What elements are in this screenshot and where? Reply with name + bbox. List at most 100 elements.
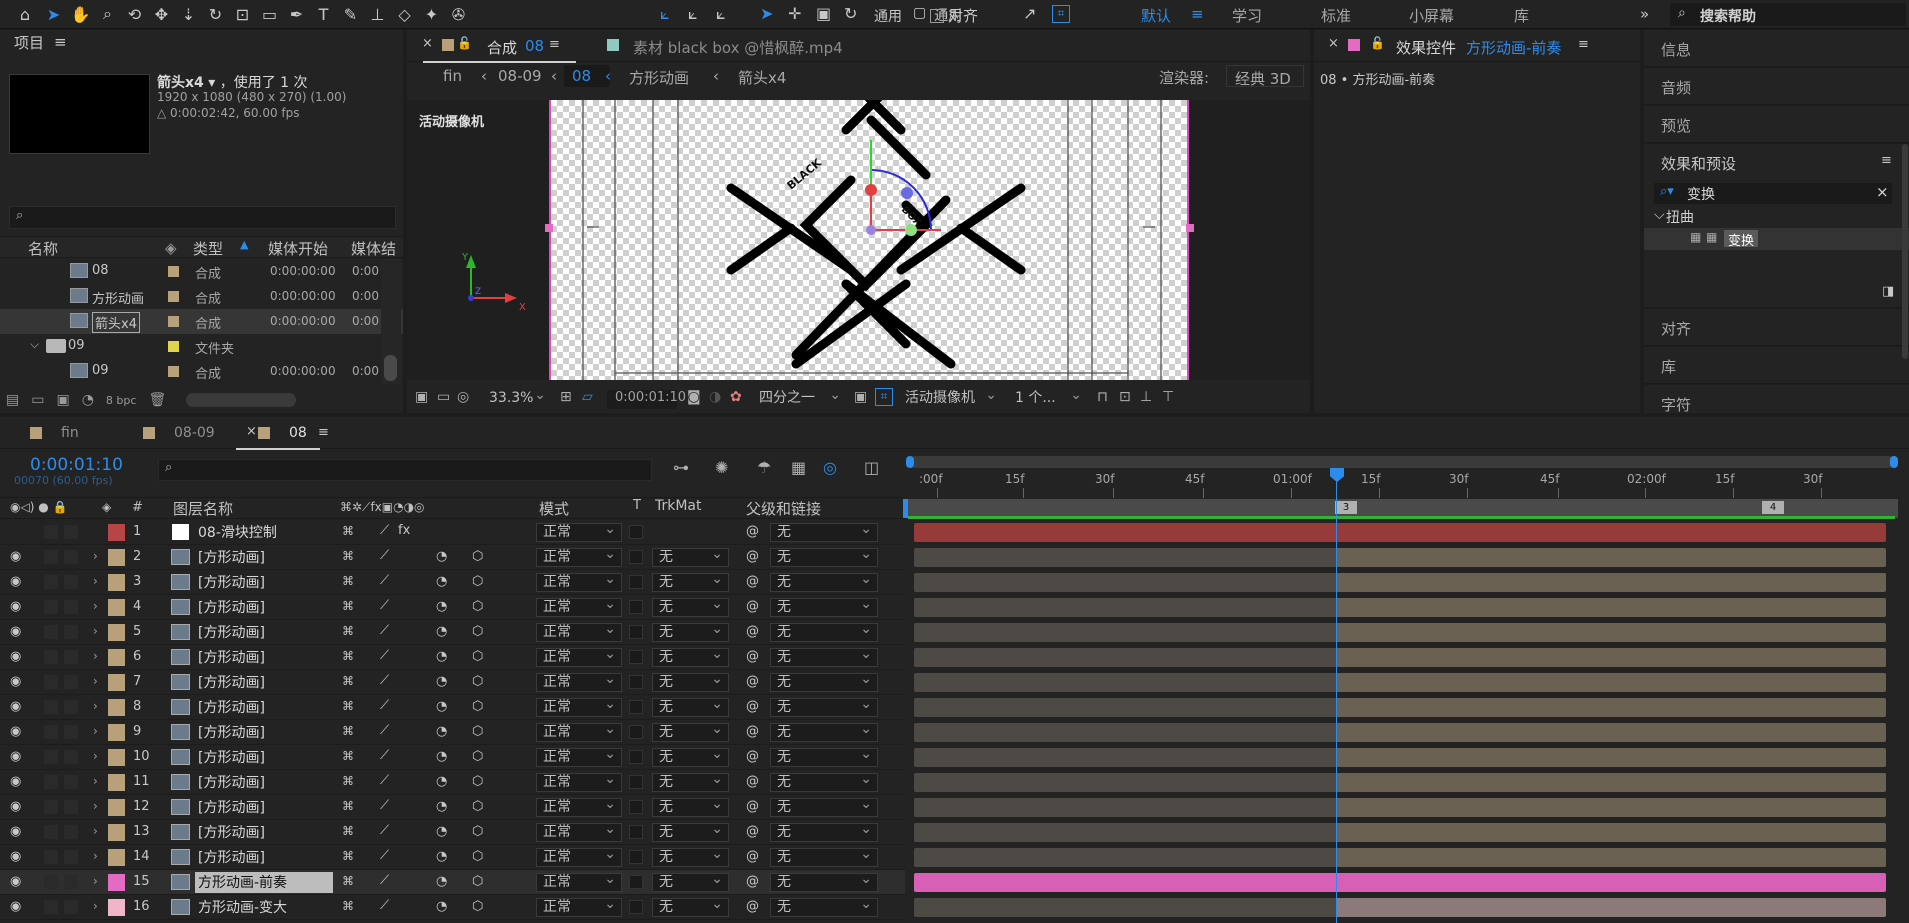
layer-expand-icon[interactable]: › (93, 724, 98, 738)
visibility-eye-icon[interactable]: ◉ (10, 674, 21, 689)
layer-expand-icon[interactable]: › (93, 699, 98, 713)
track-matte-dropdown[interactable]: 无 (652, 896, 729, 917)
pickwhip-icon[interactable]: @ (746, 624, 759, 639)
layer-name[interactable]: [方形动画] (195, 797, 333, 818)
preserve-transparency-toggle[interactable] (629, 700, 643, 714)
universal-checkbox[interactable]: ▢ (913, 5, 926, 25)
orbit-camera-icon[interactable]: ⟲ (121, 3, 148, 25)
graph-editor-icon[interactable]: ◫ (864, 458, 879, 477)
project-row[interactable]: 方形动画 合成 0:00:00:00 0:00 (0, 284, 403, 309)
3d-layer-switch-icon[interactable]: ⬡ (472, 874, 483, 889)
preserve-transparency-toggle[interactable] (629, 725, 643, 739)
workspace-small-screen[interactable]: 小屏幕 (1409, 5, 1454, 26)
motion-blur-switch-icon[interactable]: ◔ (436, 624, 447, 639)
layer-name[interactable]: [方形动画] (195, 847, 333, 868)
effects-presets-menu-icon[interactable]: ≡ (1881, 153, 1892, 168)
pickwhip-icon[interactable]: @ (746, 574, 759, 589)
layer-name[interactable]: [方形动画] (195, 697, 333, 718)
motion-blur-switch-icon[interactable]: ◔ (436, 724, 447, 739)
visibility-eye-icon[interactable]: ◉ (10, 549, 21, 564)
blend-mode-dropdown[interactable]: 正常 (536, 796, 622, 817)
quality-switch-icon[interactable]: ⟋ (380, 798, 389, 813)
col-t[interactable]: T (633, 498, 641, 513)
pickwhip-icon[interactable]: @ (746, 699, 759, 714)
pickwhip-icon[interactable]: @ (746, 799, 759, 814)
comp-marker-3[interactable]: 3 (1335, 501, 1357, 514)
preserve-transparency-toggle[interactable] (629, 625, 643, 639)
shy-layers-icon[interactable]: ☂ (757, 458, 771, 477)
layer-label-swatch[interactable] (108, 724, 125, 741)
shy-switch-icon[interactable]: ⌘ (342, 899, 354, 913)
lock-switch[interactable] (64, 725, 78, 739)
pickwhip-icon[interactable]: @ (746, 774, 759, 789)
lock-switch[interactable] (64, 825, 78, 839)
layer-label-swatch[interactable] (108, 524, 125, 541)
col-parent[interactable]: 父级和链接 (746, 498, 821, 519)
breadcrumb-08[interactable]: 08 (564, 65, 610, 87)
solo-switch[interactable] (44, 650, 58, 664)
label-column-icon[interactable]: ◈ (165, 239, 177, 257)
parent-dropdown[interactable]: 无 (770, 796, 878, 817)
lock-switch[interactable] (64, 900, 78, 914)
col-mode[interactable]: 模式 (539, 498, 569, 519)
layer-expand-icon[interactable]: › (93, 799, 98, 813)
3d-layer-switch-icon[interactable]: ⬡ (472, 699, 483, 714)
layer-duration-bar[interactable] (914, 848, 1886, 867)
quality-switch-icon[interactable]: ⟋ (380, 773, 389, 788)
solo-switch[interactable] (44, 625, 58, 639)
axis-world-icon[interactable]: ⟀ (688, 4, 698, 24)
layer-name[interactable]: [方形动画] (195, 547, 333, 568)
3d-layer-switch-icon[interactable]: ⬡ (472, 649, 483, 664)
timeline-tab-menu-icon[interactable]: ≡ (318, 425, 329, 440)
preserve-transparency-toggle[interactable] (629, 875, 643, 889)
layer-label-swatch[interactable] (108, 849, 125, 866)
shy-switch-icon[interactable]: ⌘ (342, 774, 354, 788)
comp-flowchart-toggle-icon[interactable]: ⊶ (673, 458, 689, 477)
preserve-transparency-toggle[interactable] (629, 650, 643, 664)
quality-switch-icon[interactable]: ⟋ (380, 748, 389, 763)
composition-viewport[interactable]: 活动摄像机 BLACK BOX Y X Z (407, 100, 1310, 380)
pickwhip-icon[interactable]: @ (746, 549, 759, 564)
right-panel-scrollbar[interactable] (1902, 144, 1908, 359)
view-layout-dropdown[interactable]: 1 个... (1008, 387, 1088, 408)
shy-switch-icon[interactable]: ⌘ (342, 674, 354, 688)
workspace-menu-icon[interactable]: ≡ (1191, 5, 1204, 23)
footage-tab-label[interactable]: 素材 black box @惜枫醉.mp4 (633, 37, 843, 58)
transparency-grid-icon[interactable]: ⌗ (875, 388, 893, 406)
project-menu-icon[interactable]: ≡ (54, 33, 67, 51)
parent-dropdown[interactable]: 无 (770, 671, 878, 692)
motion-blur-switch-icon[interactable]: ◔ (436, 549, 447, 564)
layer-name[interactable]: 08-滑块控制 (195, 522, 333, 543)
quality-switch-icon[interactable]: ⟋ (380, 898, 389, 913)
layer-label-swatch[interactable] (108, 899, 125, 916)
blend-mode-dropdown[interactable]: 正常 (536, 596, 622, 617)
quality-switch-icon[interactable]: ⟋ (380, 623, 389, 638)
col-type[interactable]: 类型 (193, 238, 223, 259)
comp-marker-4[interactable]: 4 (1762, 501, 1784, 514)
layer-label-swatch[interactable] (108, 624, 125, 641)
work-area-bar[interactable] (908, 456, 1895, 468)
3d-layer-switch-icon[interactable]: ⬡ (472, 749, 483, 764)
rotate-tool-icon[interactable]: ↻ (202, 3, 229, 25)
new-folder-icon[interactable]: ▭ (31, 392, 44, 408)
3d-layer-switch-icon[interactable]: ⬡ (472, 774, 483, 789)
hand-tool-icon[interactable]: ✋ (67, 3, 94, 25)
layer-row[interactable]: ◉ › 15 方形动画-前奏 ⌘ ⟋ ◔ ⬡ 正常 无 @ 无 (0, 870, 905, 895)
layer-expand-icon[interactable]: › (93, 774, 98, 788)
preserve-transparency-toggle[interactable] (629, 550, 643, 564)
motion-blur-icon[interactable]: ◎ (823, 458, 837, 477)
timeline-timecode[interactable]: 0:00:01:10 (30, 455, 123, 475)
visibility-eye-icon[interactable]: ◉ (10, 874, 21, 889)
quality-switch-icon[interactable]: ⟋ (380, 873, 389, 888)
mask-visibility-icon[interactable]: ◎ (457, 389, 469, 405)
motion-blur-switch-icon[interactable]: ◔ (436, 649, 447, 664)
av-switches-header-icon[interactable]: ◉◁) ● 🔒 (10, 500, 67, 514)
lock-switch[interactable] (64, 550, 78, 564)
comp-flowchart-icon[interactable]: ⊤ (1162, 389, 1174, 405)
project-row[interactable]: ⌵ 09 文件夹 (0, 334, 403, 359)
quality-switch-icon[interactable]: ⟋ (380, 723, 389, 738)
effects-search-input[interactable]: ⌕▾ 变换 × (1654, 183, 1892, 204)
comp-canvas[interactable]: BLACK BOX (549, 100, 1189, 380)
puppet-pin-icon[interactable]: ✇ (445, 3, 472, 25)
layer-name[interactable]: [方形动画] (195, 772, 333, 793)
